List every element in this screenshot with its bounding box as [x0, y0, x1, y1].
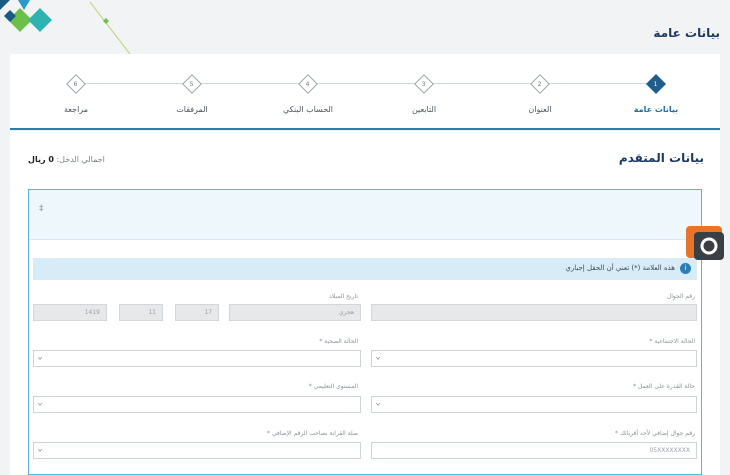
- collapse-handle-icon[interactable]: ‡: [39, 204, 44, 214]
- work-ability-label: حالة القدرة على العمل *: [633, 383, 695, 390]
- chevron-down-icon: v: [38, 401, 43, 407]
- extra-mobile-input[interactable]: 05XXXXXXXX: [371, 442, 697, 459]
- health-status-label: الحالة الصحية *: [319, 338, 358, 345]
- step-review[interactable]: 6 مراجعة: [31, 73, 121, 114]
- dob-day-field: 17: [175, 304, 219, 321]
- total-income-label: اجمالي الدخل:: [56, 155, 105, 164]
- extra-mobile-placeholder: 05XXXXXXXX: [649, 447, 690, 454]
- step-marker: 1: [646, 74, 666, 94]
- step-label: الحساب البنكي: [282, 105, 334, 114]
- social-status-select[interactable]: v: [371, 350, 697, 367]
- chevron-down-icon: v: [38, 355, 43, 361]
- step-attachments[interactable]: 5 المرفقات: [147, 73, 237, 114]
- health-status-select[interactable]: v: [33, 350, 361, 367]
- total-income: اجمالي الدخل: 0 ريال: [28, 155, 105, 164]
- education-select[interactable]: v: [33, 396, 361, 413]
- step-bank-account[interactable]: 4 الحساب البنكي: [263, 73, 353, 114]
- info-icon: i: [680, 263, 691, 274]
- total-income-value: 0 ريال: [28, 155, 54, 164]
- relation-select[interactable]: v: [33, 442, 361, 459]
- dob-label: تاريخ الميلاد: [329, 293, 358, 300]
- page-title: بيانات عامة: [653, 26, 720, 40]
- step-address[interactable]: 2 العنوان: [495, 73, 585, 114]
- chevron-down-icon: v: [376, 355, 381, 361]
- stepper: 1 بيانات عامة 2 العنوان 3 التابعين 4 الح…: [10, 54, 720, 130]
- mobile-label: رقم الجوال: [666, 293, 695, 300]
- step-dependents[interactable]: 3 التابعين: [379, 73, 469, 114]
- top-bar: بيانات عامة: [0, 0, 730, 54]
- extra-mobile-label: رقم جوال إضافي لأحد أقربائك *: [615, 430, 695, 437]
- watermark-logo: [686, 226, 724, 260]
- step-label: المرفقات: [176, 105, 208, 114]
- chevron-down-icon: v: [38, 447, 43, 453]
- step-marker: 6: [66, 74, 86, 94]
- form-header: ‡: [29, 190, 701, 240]
- section-title: بيانات المتقدم: [618, 151, 704, 165]
- step-label: التابعين: [411, 105, 437, 114]
- education-label: المستوى التعليمي *: [308, 383, 358, 390]
- dob-month-field: 11: [119, 304, 163, 321]
- mobile-field: [371, 304, 697, 321]
- relation-label: صلة القرابة بصاحب الرقم الإضافي *: [266, 430, 358, 437]
- step-marker: 4: [298, 74, 318, 94]
- step-marker: 3: [414, 74, 434, 94]
- social-status-label: الحالة الاجتماعية *: [649, 338, 695, 345]
- dob-year-field: 1419: [33, 304, 107, 321]
- work-ability-select[interactable]: v: [371, 396, 697, 413]
- chevron-down-icon: v: [376, 401, 381, 407]
- required-notice-text: هذه العلامة (*) تعني أن الحقل إجباري: [565, 264, 675, 272]
- step-label: العنوان: [528, 105, 552, 114]
- applicant-form: ‡ i هذه العلامة (*) تعني أن الحقل إجباري…: [28, 189, 702, 475]
- step-marker: 5: [182, 74, 202, 94]
- step-general-info[interactable]: 1 بيانات عامة: [611, 73, 701, 114]
- step-label: بيانات عامة: [633, 105, 679, 114]
- brand-logo: [0, 0, 131, 54]
- applicant-card: بيانات المتقدم اجمالي الدخل: 0 ريال ‡ i …: [10, 131, 720, 475]
- dob-calendar-field: هجري: [229, 304, 361, 321]
- step-label: مراجعة: [63, 105, 88, 114]
- step-marker: 2: [530, 74, 550, 94]
- required-notice: i هذه العلامة (*) تعني أن الحقل إجباري: [33, 258, 697, 280]
